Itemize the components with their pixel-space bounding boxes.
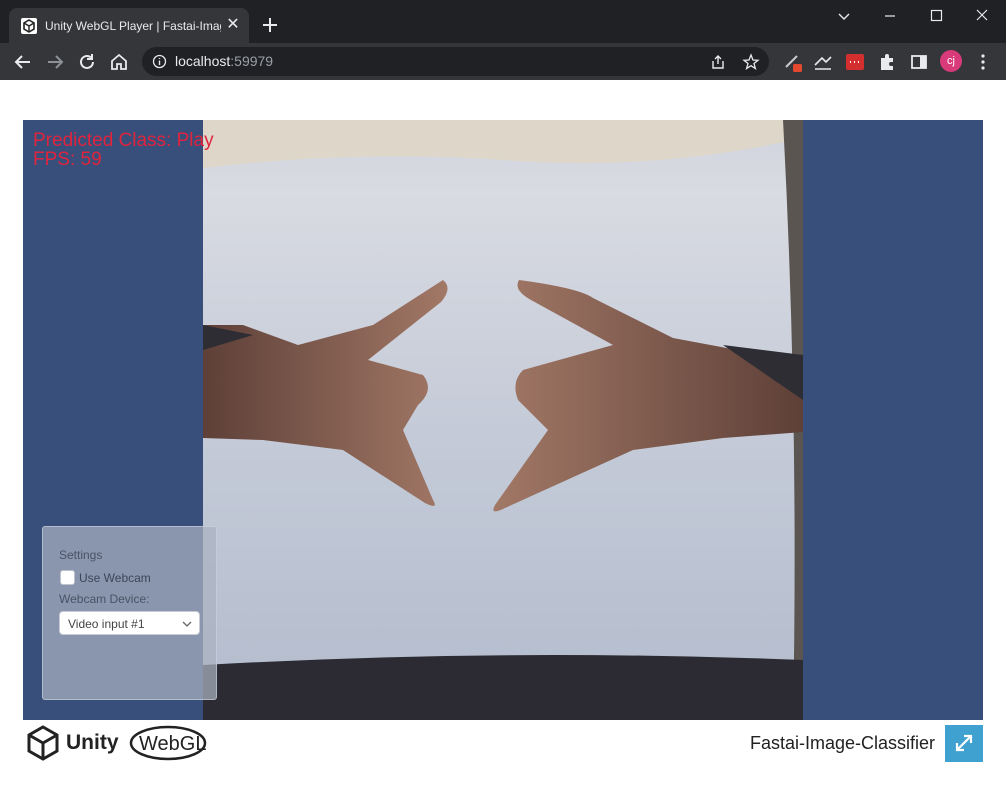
chevron-down-icon [182,621,192,627]
fullscreen-button[interactable] [945,725,983,762]
extensions-puzzle-icon[interactable] [877,52,897,72]
webcam-device-dropdown[interactable]: Video input #1 [59,611,200,635]
browser-titlebar: Unity WebGL Player | Fastai-Image-Classi… [0,0,1006,43]
new-tab-icon[interactable] [260,15,280,35]
close-window-icon[interactable] [970,6,994,26]
browser-tab[interactable]: Unity WebGL Player | Fastai-Image-Classi… [9,8,249,43]
unity-canvas[interactable]: Predicted Class: Play FPS: 59 Settings U… [23,120,983,720]
use-webcam-checkbox[interactable] [60,570,75,585]
url-port: :59979 [230,53,274,69]
url-text: localhost:59979 [175,53,273,70]
fps-text: FPS: 59 [33,149,102,170]
extension-password-icon[interactable] [845,52,865,72]
home-icon[interactable] [108,51,130,73]
site-info-icon[interactable] [152,54,167,69]
settings-title: Settings [59,548,103,562]
settings-panel: Settings Use Webcam Webcam Device: Video… [42,526,217,700]
forward-arrow-icon[interactable] [44,51,66,73]
webcam-feed-image [203,120,803,720]
url-host: localhost [175,53,231,69]
back-arrow-icon[interactable] [12,51,34,73]
unity-brand-text: Unity [66,731,119,754]
predicted-class-text: Predicted Class: Play [33,130,214,151]
maximize-icon[interactable] [924,6,948,26]
minimize-icon[interactable] [878,6,902,26]
browser-toolbar: localhost:59979 [0,43,1006,80]
reload-icon[interactable] [76,51,98,73]
fullscreen-icon [955,734,973,752]
bookmark-star-icon[interactable] [742,53,760,71]
tab-close-icon[interactable]: ✕ [225,17,241,33]
address-bar[interactable]: localhost:59979 [142,47,769,76]
tab-title: Unity WebGL Player | Fastai-Image-Classi… [45,19,221,33]
profile-avatar[interactable]: cj [940,50,962,72]
share-icon[interactable] [709,53,727,71]
webcam-device-label: Webcam Device: [59,592,150,606]
hud-overlay: Predicted Class: Play FPS: 59 [33,131,214,169]
webgl-brand-text: WebGL [139,733,207,755]
side-panel-icon[interactable] [909,52,929,72]
tab-search-chevron-icon[interactable] [832,6,856,26]
webcam-device-value: Video input #1 [68,617,145,631]
use-webcam-label[interactable]: Use Webcam [79,571,151,585]
extension-tools-icon[interactable] [813,52,833,72]
extension-pen-icon[interactable] [783,52,803,72]
unity-favicon-icon [21,18,37,34]
project-title: Fastai-Image-Classifier [750,733,936,753]
more-menu-icon[interactable] [973,52,993,72]
